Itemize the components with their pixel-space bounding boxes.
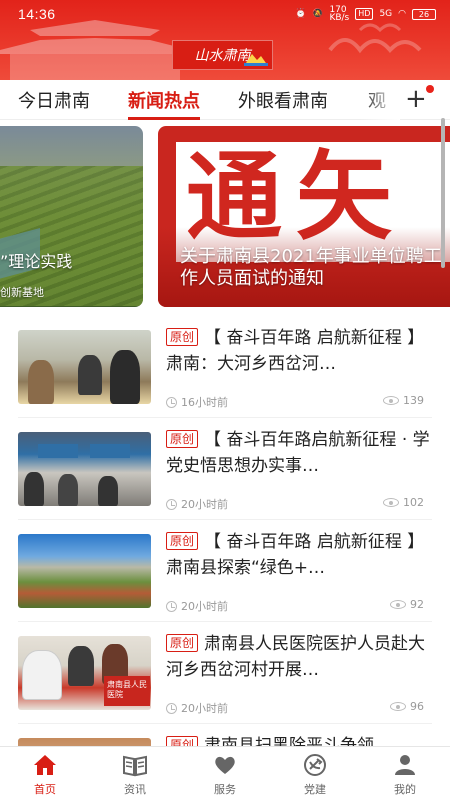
news-item[interactable]: 原创【 奋斗百年路 启航新征程 】肃南县探索“绿色+… 20小时前 92	[18, 522, 432, 622]
news-list: 原创【 奋斗百年路 启航新征程 】肃南：大河乡西岔河… 16小时前 139 原创…	[0, 318, 450, 748]
bottom-nav: 首页 资讯 服务 党建 我的	[0, 746, 450, 800]
news-title-text: 【 奋斗百年路 启航新征程 】肃南：大河乡西岔河…	[166, 328, 425, 374]
news-thumbnail	[18, 432, 151, 506]
headline-carousel[interactable]: ”理论实践 创新基地 通矢 关于肃南县2021年事业单位聘工作人员面试的通知	[0, 126, 450, 309]
notification-dot	[426, 85, 434, 93]
channel-tabs: 今日肃南 新闻热点 外眼看肃南 观 +	[0, 80, 450, 120]
nav-party[interactable]: 党建	[280, 753, 350, 797]
news-thumbnail	[18, 534, 151, 608]
nav-mine[interactable]: 我的	[370, 753, 440, 797]
tab-news-hot[interactable]: 新闻热点	[128, 87, 200, 120]
tab-today[interactable]: 今日肃南	[18, 87, 90, 113]
eye-icon	[390, 702, 406, 711]
news-item[interactable]: 原创【 奋斗百年路启航新征程 · 学党史悟思想办实事… 20小时前 102	[18, 420, 432, 520]
news-title: 原创 肃南县人民医院医护人员赴大河乡西岔河村开展…	[166, 631, 432, 683]
news-title-text: 【 奋斗百年路启航新征程 · 学党史悟思想办实事…	[166, 430, 430, 476]
hd-badge: HD	[355, 8, 374, 20]
clock-icon	[166, 396, 177, 408]
original-tag: 原创	[166, 328, 199, 346]
news-thumbnail	[18, 330, 151, 404]
clock-icon	[166, 702, 177, 714]
heart-icon	[215, 756, 235, 774]
news-time: 20小时前	[181, 702, 228, 715]
news-time: 16小时前	[181, 396, 228, 409]
app-logo: 山水肃南	[172, 40, 273, 70]
original-tag: 原创	[166, 532, 199, 550]
news-meta: 20小时前 92	[166, 598, 432, 614]
nav-news-label: 资讯	[124, 783, 146, 796]
nav-news[interactable]: 资讯	[100, 753, 170, 797]
nav-mine-label: 我的	[394, 783, 416, 796]
eye-icon	[390, 600, 406, 609]
carousel-slide-2[interactable]: 通矢 关于肃南县2021年事业单位聘工作人员面试的通知	[158, 126, 450, 307]
carousel-slide-1[interactable]: ”理论实践 创新基地	[0, 126, 143, 307]
news-title-text: 肃南县人民医院医护人员赴大河乡西岔河村开展…	[166, 634, 426, 680]
nav-service[interactable]: 服务	[190, 753, 260, 797]
mute-icon: 🔕	[312, 9, 324, 19]
slide-caption: ”理论实践	[0, 252, 73, 271]
news-meta: 20小时前 96	[166, 700, 432, 716]
slide-sub-caption: 创新基地	[0, 286, 44, 299]
nav-service-label: 服务	[214, 783, 236, 796]
user-icon	[395, 755, 415, 775]
news-meta: 16小时前 139	[166, 394, 432, 410]
news-title: 原创【 奋斗百年路 启航新征程 】肃南：大河乡西岔河…	[166, 325, 432, 377]
original-tag: 原创	[166, 430, 199, 448]
status-time: 14:36	[18, 6, 56, 22]
news-icon	[123, 755, 147, 777]
nav-party-label: 党建	[304, 783, 326, 796]
wifi-icon: ◠	[398, 9, 406, 19]
news-title: 原创【 奋斗百年路 启航新征程 】肃南县探索“绿色+…	[166, 529, 432, 581]
logo-text: 山水肃南	[194, 48, 251, 64]
news-meta: 20小时前 102	[166, 496, 432, 512]
news-item[interactable]: 原创【 奋斗百年路 启航新征程 】肃南：大河乡西岔河… 16小时前 139	[18, 318, 432, 418]
original-tag: 原创	[166, 634, 199, 652]
plus-icon[interactable]: +	[405, 85, 427, 113]
nav-home[interactable]: 首页	[10, 753, 80, 797]
news-title: 原创【 奋斗百年路启航新征程 · 学党史悟思想办实事…	[166, 427, 432, 479]
alarm-icon: ⏰	[295, 9, 307, 19]
clock-icon	[166, 600, 177, 612]
tab-outside-view[interactable]: 外眼看肃南	[238, 87, 328, 113]
news-item[interactable]: 原创 肃南县扫黑除恶斗争领	[18, 726, 432, 748]
eye-icon	[383, 498, 399, 507]
tabs-fade	[360, 80, 400, 120]
clock-icon	[166, 498, 177, 510]
thumb-banner-text: 肃南县人民医院	[107, 680, 147, 699]
battery-icon: 26	[412, 8, 436, 20]
slide-caption: 关于肃南县2021年事业单位聘工作人员面试的通知	[180, 246, 442, 289]
signal-label: 5G	[379, 9, 393, 19]
party-emblem-icon	[304, 754, 326, 776]
network-speed: 170 KB/s	[329, 5, 350, 23]
status-icons: ⏰ 🔕 170 KB/s HD 5G ◠ 26	[295, 5, 436, 23]
nav-home-label: 首页	[34, 783, 56, 796]
news-views: 92	[410, 598, 424, 611]
app-header: 14:36 ⏰ 🔕 170 KB/s HD 5G ◠ 26 山水肃南	[0, 0, 450, 80]
status-bar: 14:36 ⏰ 🔕 170 KB/s HD 5G ◠ 26	[18, 4, 436, 24]
scrollbar[interactable]	[441, 118, 445, 268]
news-title-text: 【 奋斗百年路 启航新征程 】肃南县探索“绿色+…	[166, 532, 425, 578]
news-thumbnail: 肃南县人民医院	[18, 636, 151, 710]
news-time: 20小时前	[181, 600, 228, 613]
home-icon	[34, 755, 56, 775]
news-item[interactable]: 肃南县人民医院 原创 肃南县人民医院医护人员赴大河乡西岔河村开展… 20小时前 9…	[18, 624, 432, 724]
news-views: 102	[403, 496, 424, 509]
news-views: 139	[403, 394, 424, 407]
logo-mountain-icon	[244, 54, 268, 66]
news-time: 20小时前	[181, 498, 228, 511]
news-views: 96	[410, 700, 424, 713]
eye-icon	[383, 396, 399, 405]
